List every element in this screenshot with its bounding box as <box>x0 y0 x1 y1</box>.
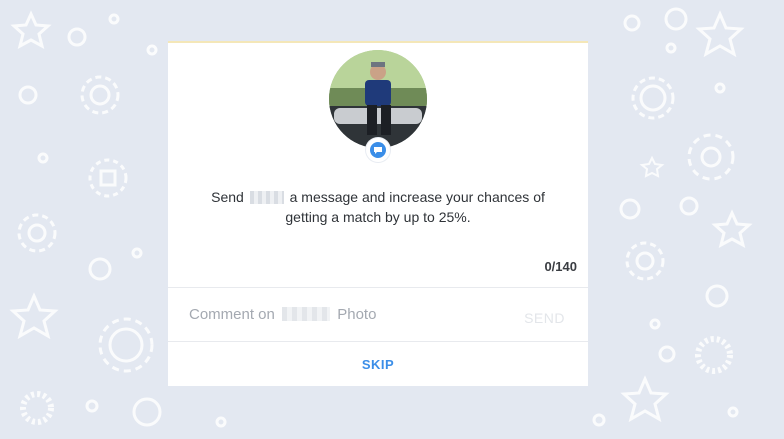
star-icon <box>639 155 665 178</box>
redacted-name <box>282 307 331 321</box>
circle-icon <box>679 196 699 216</box>
message-text-before: Send <box>211 189 244 205</box>
circle-icon <box>727 406 739 418</box>
comment-input[interactable]: Comment on Photo <box>189 306 376 323</box>
circle-icon <box>665 42 677 54</box>
profile-photo <box>329 50 427 162</box>
circle-icon <box>88 257 112 281</box>
comment-input-row[interactable]: Comment on Photo SEND <box>168 288 588 342</box>
gear-icon <box>625 241 665 281</box>
redacted-name <box>249 191 284 204</box>
star-icon <box>695 10 745 58</box>
comment-placeholder-suffix: Photo <box>337 306 377 323</box>
circle-icon <box>649 318 661 330</box>
circle-icon <box>132 397 162 427</box>
person-silhouette-icon <box>329 50 427 148</box>
skip-button[interactable]: SKIP <box>168 342 588 386</box>
chat-bubble-icon <box>370 142 386 158</box>
star-icon <box>10 10 52 49</box>
gear-icon <box>88 158 128 198</box>
circle-icon <box>705 284 729 308</box>
gear-icon <box>17 213 57 253</box>
send-button[interactable]: SEND <box>524 310 565 326</box>
circle-icon <box>131 247 143 259</box>
circle-icon <box>215 416 227 428</box>
circle-icon <box>37 152 49 164</box>
character-counter: 0/140 <box>544 259 577 274</box>
sun-icon <box>695 336 733 374</box>
star-icon <box>9 292 59 340</box>
gear-icon <box>80 75 120 115</box>
star-icon <box>620 375 670 423</box>
chat-badge <box>366 138 390 162</box>
circle-icon <box>146 44 158 56</box>
gear-icon <box>631 76 675 120</box>
gear-icon <box>687 133 735 181</box>
circle-icon <box>619 198 641 220</box>
circle-icon <box>67 27 87 47</box>
circle-icon <box>658 345 676 363</box>
circle-icon <box>108 13 120 25</box>
sun-icon <box>20 391 54 425</box>
circle-icon <box>623 14 641 32</box>
circle-icon <box>714 82 726 94</box>
circle-icon <box>592 413 606 427</box>
circle-icon <box>18 85 38 105</box>
circle-icon <box>85 399 99 413</box>
message-text-after: a message and increase your chances of g… <box>285 189 545 225</box>
prompt-message: Send a message and increase your chances… <box>198 187 558 227</box>
gear-icon <box>98 317 154 373</box>
message-card: Send a message and increase your chances… <box>168 41 588 386</box>
circle-icon <box>664 7 688 31</box>
star-icon <box>711 209 753 248</box>
comment-placeholder-prefix: Comment on <box>189 306 275 323</box>
avatar <box>329 50 427 148</box>
